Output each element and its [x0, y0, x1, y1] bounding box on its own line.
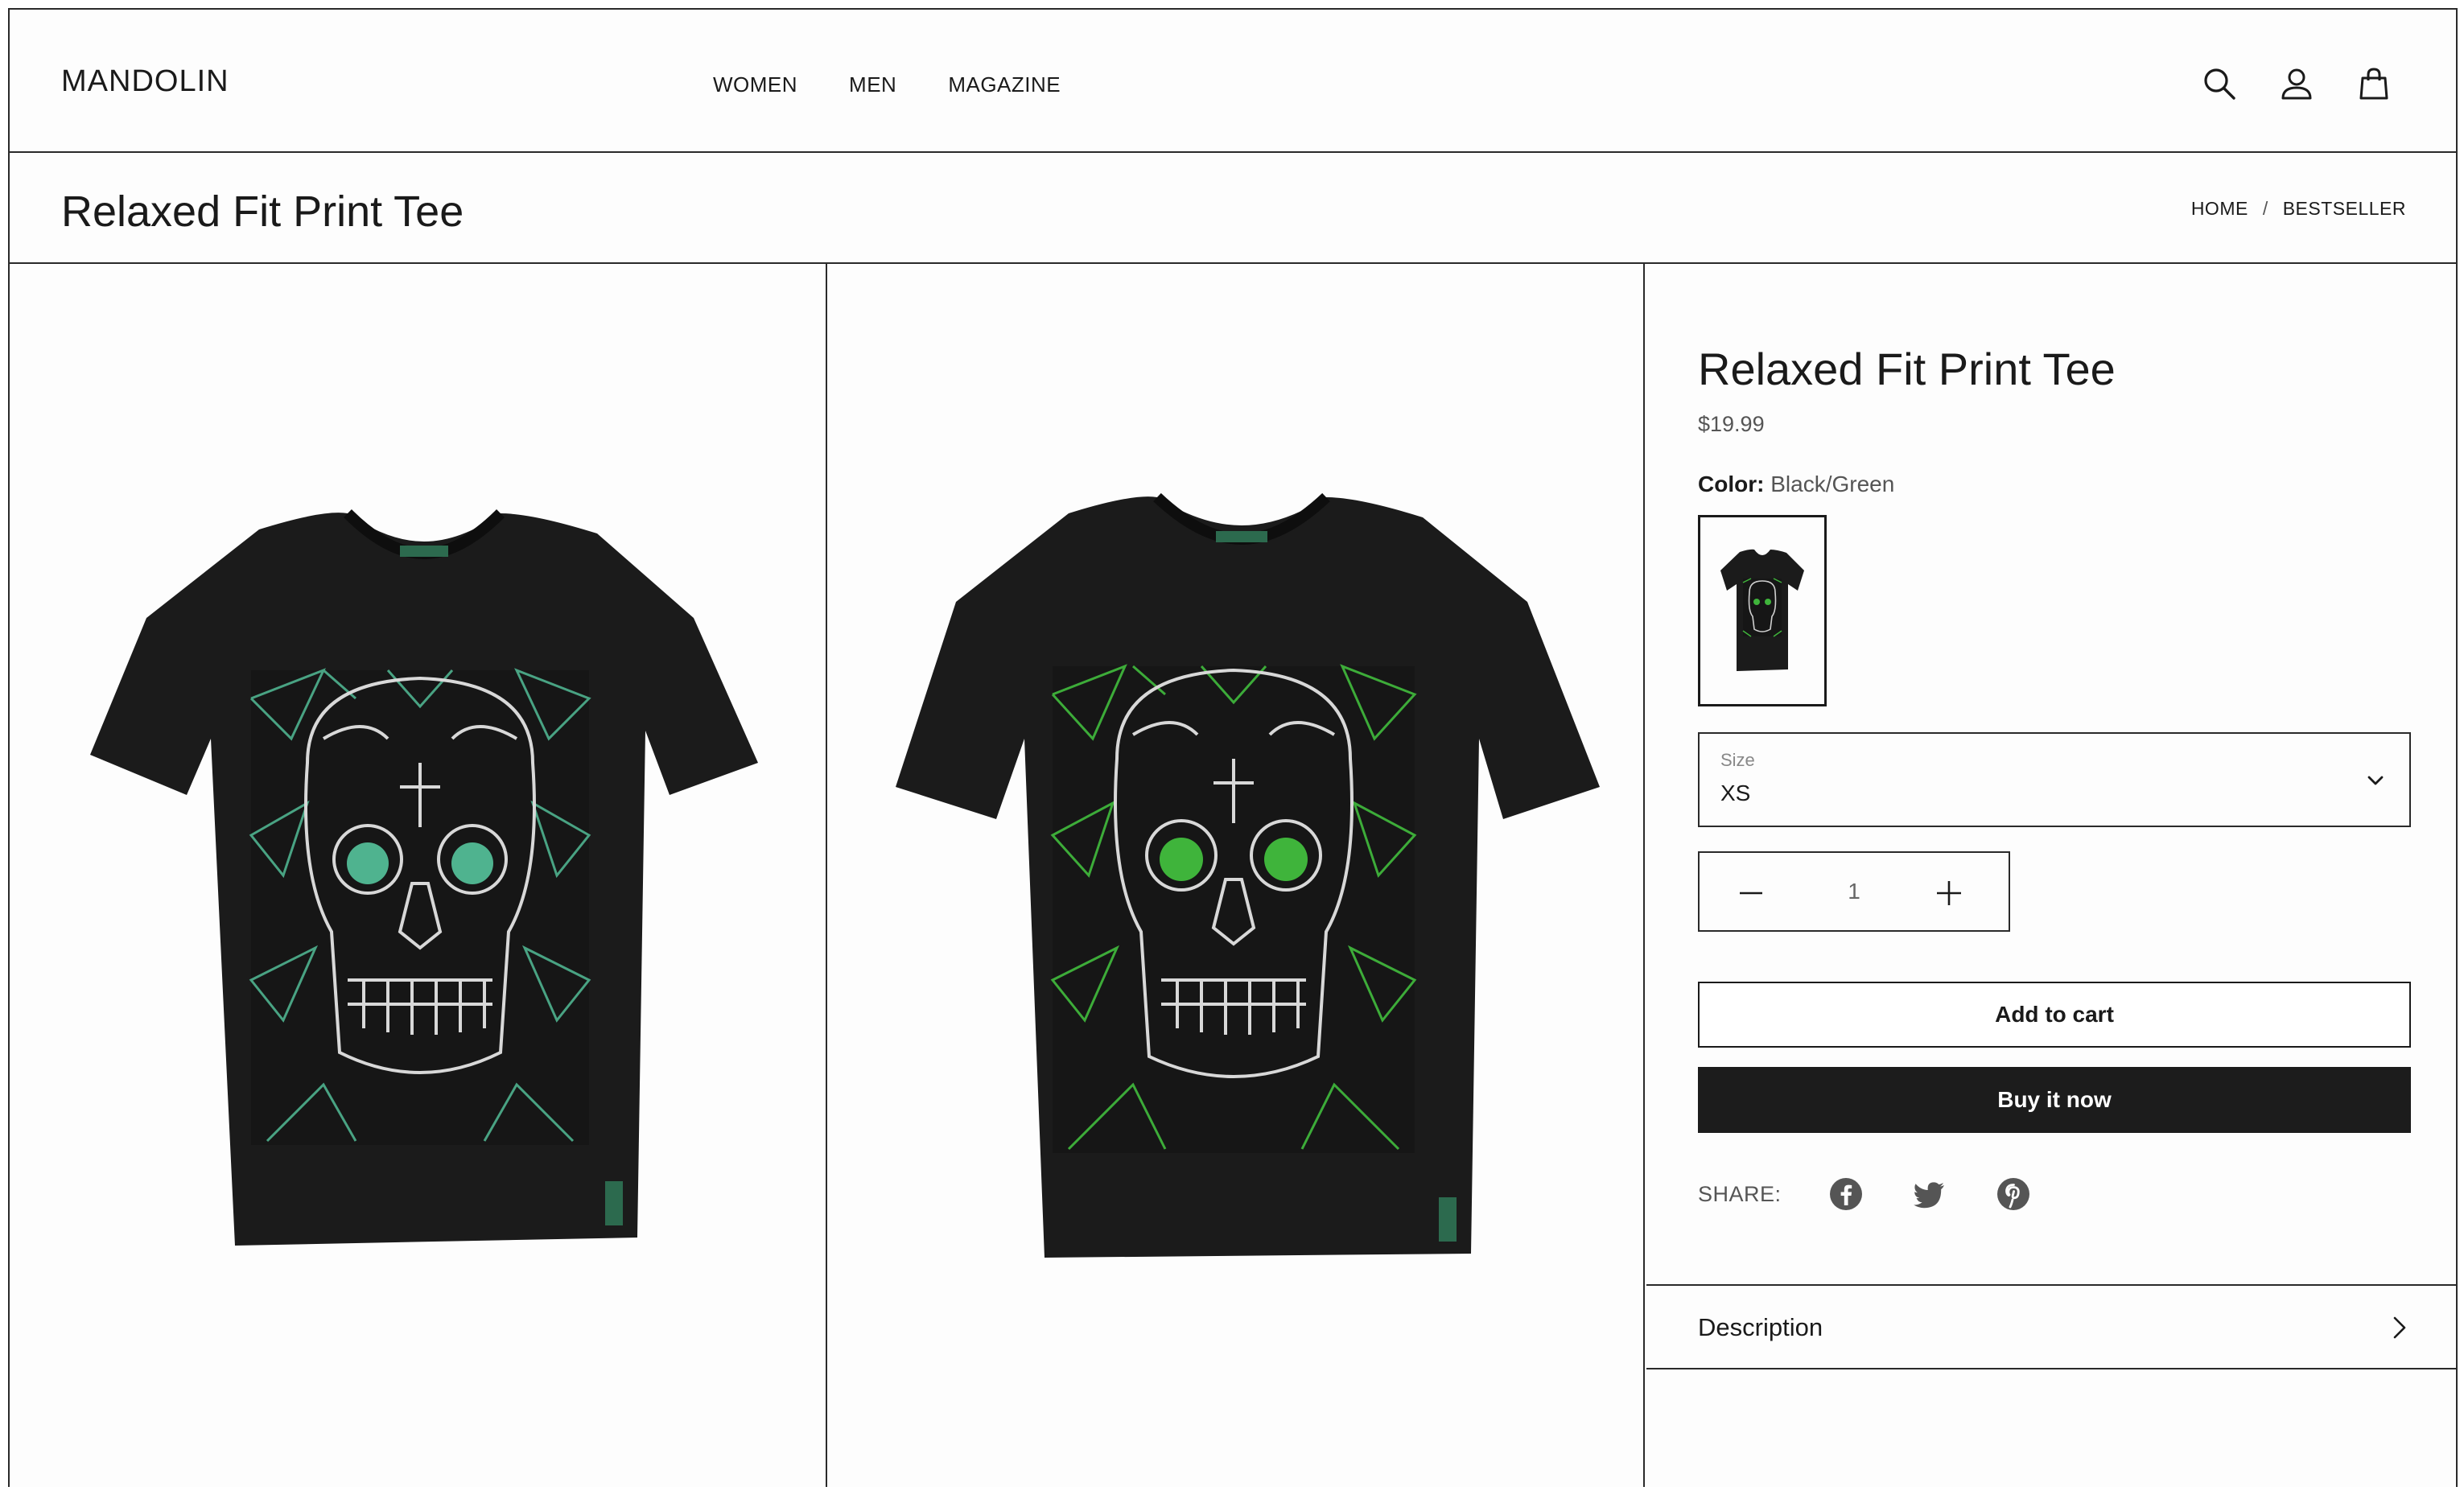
nav-item-men[interactable]: MEN: [849, 72, 896, 97]
description-label: Description: [1698, 1313, 1823, 1341]
facebook-icon[interactable]: [1828, 1176, 1864, 1212]
description-accordion[interactable]: Description: [1646, 1284, 2456, 1369]
size-select-label: Size: [1720, 750, 1755, 770]
tshirt-image-green: [896, 492, 1600, 1258]
breadcrumb: HOME / BESTSELLER: [2191, 198, 2406, 220]
page-title: Relaxed Fit Print Tee: [61, 187, 464, 236]
breadcrumb-home[interactable]: HOME: [2191, 198, 2248, 220]
site-header: MANDOLIN WOMEN MEN MAGAZINE: [10, 10, 2456, 153]
color-label-key: Color:: [1698, 472, 1765, 496]
share-label: SHARE:: [1698, 1181, 1782, 1206]
twitter-icon[interactable]: [1912, 1176, 1947, 1212]
breadcrumb-current: BESTSELLER: [2282, 198, 2406, 219]
add-to-cart-button[interactable]: Add to cart: [1698, 982, 2411, 1048]
bag-icon[interactable]: [2356, 66, 2392, 101]
chevron-down-icon: [2367, 776, 2384, 785]
chevron-right-icon: [2393, 1316, 2406, 1339]
header-icons: [2202, 66, 2392, 101]
nav-item-women[interactable]: WOMEN: [713, 72, 797, 97]
search-icon[interactable]: [2202, 66, 2237, 101]
swatch-tshirt-thumbnail: [1720, 549, 1804, 671]
color-swatch-black-green[interactable]: [1698, 515, 1827, 706]
product-price: $19.99: [1698, 412, 1765, 436]
product-title: Relaxed Fit Print Tee: [1698, 344, 2116, 394]
breadcrumb-separator: /: [2262, 198, 2268, 219]
page-frame: MANDOLIN WOMEN MEN MAGAZINE Relaxed Fit …: [8, 8, 2458, 1487]
main-nav: WOMEN MEN MAGAZINE: [713, 72, 1061, 97]
share-row: SHARE:: [1698, 1176, 2079, 1212]
size-select[interactable]: Size XS: [1698, 732, 2411, 827]
pinterest-icon[interactable]: [1996, 1176, 2031, 1212]
product-panel: Relaxed Fit Print Tee $19.99 Color: Blac…: [1646, 264, 2456, 1487]
site-logo[interactable]: MANDOLIN: [61, 64, 229, 99]
plus-icon[interactable]: [1933, 877, 1965, 909]
color-label: Color: Black/Green: [1698, 472, 1894, 497]
size-select-value: XS: [1720, 780, 1751, 805]
color-value: Black/Green: [1770, 472, 1895, 496]
nav-item-magazine[interactable]: MAGAZINE: [948, 72, 1061, 97]
quantity-stepper: 1: [1698, 851, 2010, 932]
account-icon[interactable]: [2279, 66, 2314, 101]
gallery-image-1[interactable]: [10, 264, 827, 1487]
tshirt-image-teal: [90, 509, 758, 1246]
gallery-image-2[interactable]: [827, 264, 1645, 1487]
buy-now-button[interactable]: Buy it now: [1698, 1067, 2411, 1133]
title-bar: Relaxed Fit Print Tee HOME / BESTSELLER: [10, 153, 2456, 264]
